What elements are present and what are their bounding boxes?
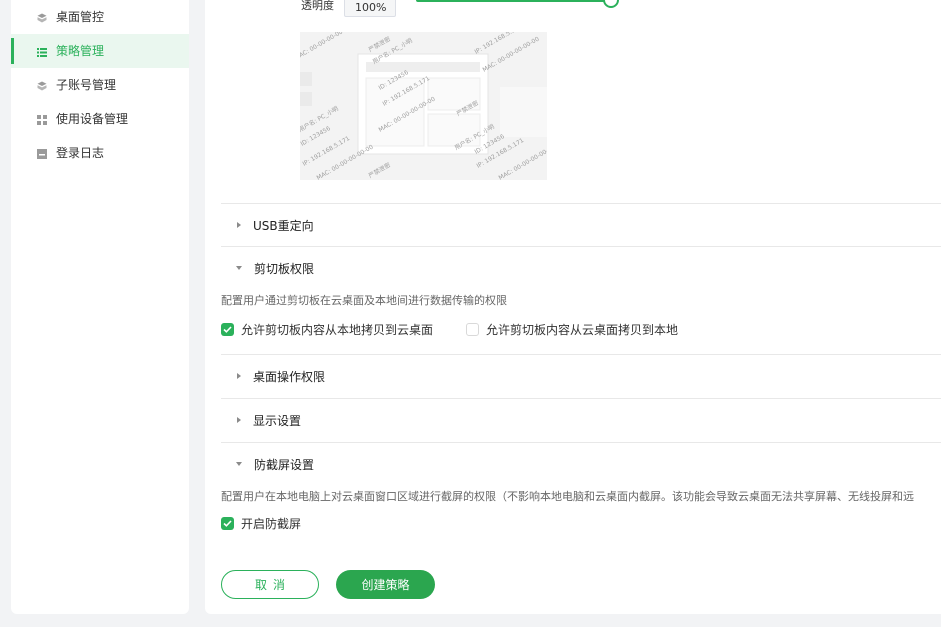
divider: [221, 354, 941, 355]
create-policy-button[interactable]: 创建策略: [336, 570, 435, 599]
sidebar-item-desktop-control[interactable]: 桌面管控: [11, 0, 189, 34]
clipboard-cloud-to-local-option[interactable]: 允许剪切板内容从云桌面拷贝到本地: [466, 321, 678, 338]
section-usb-header[interactable]: USB重定向: [236, 216, 314, 234]
caret-right-icon: [237, 373, 241, 379]
sidebar-item-label: 策略管理: [56, 44, 105, 58]
section-anti-screenshot-header[interactable]: 防截屏设置: [236, 455, 314, 473]
log-icon: [37, 148, 47, 159]
section-desktop-ops-header[interactable]: 桌面操作权限: [236, 367, 325, 385]
section-display-header[interactable]: 显示设置: [236, 411, 301, 429]
anti-screenshot-description: 配置用户在本地电脑上对云桌面窗口区域进行截屏的权限（不影响本地电脑和云桌面内截屏…: [221, 490, 914, 503]
opacity-input[interactable]: 100%: [344, 0, 396, 17]
watermark-preview: MAC: 00-00-00-00-00 严禁泄密 用户名: PC_小明 ID: …: [300, 32, 547, 180]
grid-icon: [37, 114, 47, 125]
active-indicator: [11, 38, 14, 64]
checkbox-unchecked[interactable]: [466, 323, 479, 336]
list-icon: [37, 46, 47, 57]
caret-down-icon: [236, 266, 242, 270]
sidebar-item-label: 登录日志: [56, 146, 105, 160]
divider: [221, 442, 941, 443]
caret-right-icon: [237, 222, 241, 228]
anti-screenshot-option[interactable]: 开启防截屏: [221, 515, 301, 532]
section-title: 显示设置: [253, 413, 302, 428]
checkbox-label: 允许剪切板内容从云桌面拷贝到本地: [486, 323, 679, 337]
checkbox-checked[interactable]: [221, 517, 234, 530]
caret-down-icon: [236, 462, 242, 466]
checkbox-label: 开启防截屏: [241, 517, 302, 531]
desktop-control-icon: [37, 12, 47, 23]
sidebar-item-policy-management[interactable]: 策略管理: [11, 34, 189, 68]
section-title: 防截屏设置: [254, 457, 315, 472]
sidebar-item-label: 使用设备管理: [56, 112, 129, 126]
caret-right-icon: [237, 417, 241, 423]
clipboard-description: 配置用户通过剪切板在云桌面及本地间进行数据传输的权限: [221, 294, 507, 307]
sidebar-item-login-log[interactable]: 登录日志: [11, 136, 189, 170]
divider: [221, 203, 941, 204]
checkbox-checked[interactable]: [221, 323, 234, 336]
sidebar: 桌面管控 策略管理 子账号管理 使用设备管理 登录日志: [11, 0, 189, 614]
clipboard-local-to-cloud-option[interactable]: 允许剪切板内容从本地拷贝到云桌面: [221, 321, 433, 338]
opacity-label: 透明度: [301, 0, 334, 12]
sidebar-item-label: 子账号管理: [56, 78, 117, 92]
section-clipboard-header[interactable]: 剪切板权限: [236, 259, 314, 277]
section-title: 剪切板权限: [254, 261, 315, 276]
section-title: USB重定向: [253, 218, 314, 233]
section-title: 桌面操作权限: [253, 369, 326, 384]
opacity-slider-track[interactable]: [416, 0, 611, 2]
divider: [221, 398, 941, 399]
divider: [221, 246, 941, 247]
sidebar-item-label: 桌面管控: [56, 10, 105, 24]
sidebar-item-sub-accounts[interactable]: 子账号管理: [11, 68, 189, 102]
checkbox-label: 允许剪切板内容从本地拷贝到云桌面: [241, 323, 434, 337]
sub-account-icon: [37, 80, 47, 91]
watermark-preview-image: MAC: 00-00-00-00-00 严禁泄密 用户名: PC_小明 ID: …: [300, 32, 547, 180]
cancel-button[interactable]: 取消: [221, 570, 319, 599]
sidebar-item-device-management[interactable]: 使用设备管理: [11, 102, 189, 136]
